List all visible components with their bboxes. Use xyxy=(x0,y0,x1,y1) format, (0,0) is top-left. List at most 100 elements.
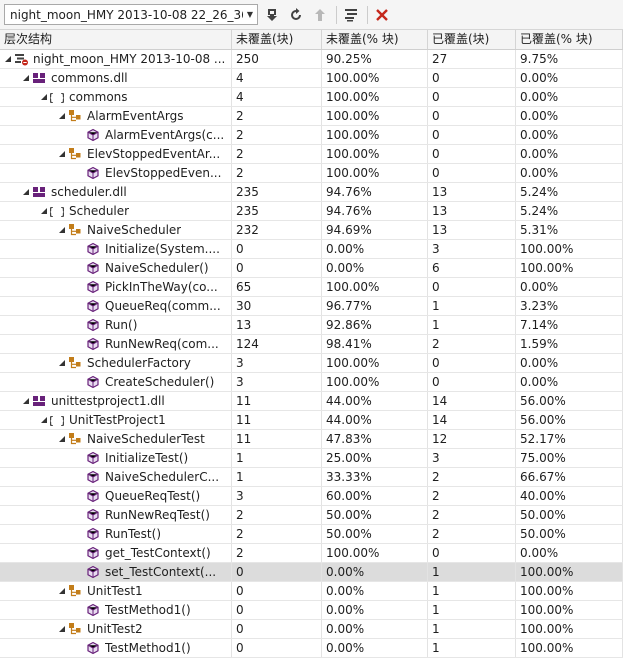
hierarchy-cell[interactable]: set_TestContext(... xyxy=(0,563,232,581)
expand-arrow-icon[interactable] xyxy=(56,430,68,448)
table-row[interactable]: TestMethod1() 0 0.00% 1 100.00% xyxy=(0,601,623,620)
tree-node: NaiveSchedulerC... xyxy=(0,468,231,486)
hierarchy-cell[interactable]: NaiveSchedulerC... xyxy=(0,468,232,486)
covered-blocks-cell: 0 xyxy=(428,126,516,144)
table-row[interactable]: commons.dll 4 100.00% 0 0.00% xyxy=(0,69,623,88)
expand-arrow-icon[interactable] xyxy=(20,69,32,87)
hierarchy-cell[interactable]: RunNewReq(com... xyxy=(0,335,232,353)
table-row[interactable]: NaiveScheduler 232 94.69% 13 5.31% xyxy=(0,221,623,240)
hierarchy-cell[interactable]: Initialize(System.... xyxy=(0,240,232,258)
expand-arrow-icon[interactable] xyxy=(56,107,68,125)
table-row[interactable]: RunNewReqTest() 2 50.00% 2 50.00% xyxy=(0,506,623,525)
hierarchy-cell[interactable]: TestMethod1() xyxy=(0,601,232,619)
table-row[interactable]: AlarmEventArgs(c... 2 100.00% 0 0.00% xyxy=(0,126,623,145)
expand-arrow-icon[interactable] xyxy=(56,354,68,372)
hierarchy-cell[interactable]: AlarmEventArgs xyxy=(0,107,232,125)
hierarchy-cell[interactable]: NaiveSchedulerTest xyxy=(0,430,232,448)
expand-arrow-icon[interactable] xyxy=(56,620,68,638)
hierarchy-cell[interactable]: RunNewReqTest() xyxy=(0,506,232,524)
hierarchy-cell[interactable]: UnitTest1 xyxy=(0,582,232,600)
expand-arrow-icon[interactable] xyxy=(20,392,32,410)
table-row[interactable]: set_TestContext(... 0 0.00% 1 100.00% xyxy=(0,563,623,582)
code-coloring-button[interactable] xyxy=(341,5,361,25)
table-row[interactable]: UnitTest1 0 0.00% 1 100.00% xyxy=(0,582,623,601)
table-row[interactable]: NaiveSchedulerC... 1 33.33% 2 66.67% xyxy=(0,468,623,487)
hierarchy-cell[interactable]: commons.dll xyxy=(0,69,232,87)
hierarchy-cell[interactable]: scheduler.dll xyxy=(0,183,232,201)
tree-node: RunTest() xyxy=(0,525,231,543)
chevron-down-icon[interactable]: ▼ xyxy=(243,5,257,24)
table-row[interactable]: { } commons 4100.00%00.00% xyxy=(0,88,623,107)
hierarchy-cell[interactable]: SchedulerFactory xyxy=(0,354,232,372)
expand-arrow-icon[interactable] xyxy=(56,145,68,163)
column-header-covered-blocks[interactable]: 已覆盖(块) xyxy=(428,30,516,49)
coverage-run-select[interactable]: night_moon_HMY 2013-10-08 22_26_36. ▼ xyxy=(4,4,258,25)
remove-results-button[interactable] xyxy=(372,5,392,25)
table-row[interactable]: night_moon_HMY 2013-10-08 ... 250 90.25% 27… xyxy=(0,50,623,69)
hierarchy-cell[interactable]: Run() xyxy=(0,316,232,334)
hierarchy-cell[interactable]: CreateScheduler() xyxy=(0,373,232,391)
method-icon xyxy=(86,318,100,332)
refresh-button[interactable] xyxy=(286,5,306,25)
hierarchy-cell[interactable]: get_TestContext() xyxy=(0,544,232,562)
table-row[interactable]: Run() 13 92.86% 1 7.14% xyxy=(0,316,623,335)
table-row[interactable]: Initialize(System.... 0 0.00% 3 100.00% xyxy=(0,240,623,259)
tree-node-label: TestMethod1() xyxy=(105,641,191,655)
hierarchy-cell[interactable]: night_moon_HMY 2013-10-08 ... xyxy=(0,50,232,68)
column-header-not-covered-percent[interactable]: 未覆盖(% 块) xyxy=(322,30,428,49)
hierarchy-cell[interactable]: ElevStoppedEventAr... xyxy=(0,145,232,163)
expand-arrow-icon[interactable] xyxy=(56,221,68,239)
hierarchy-cell[interactable]: ElevStoppedEven... xyxy=(0,164,232,182)
table-row[interactable]: ElevStoppedEventAr... 2 100.00% 0 0.00% xyxy=(0,145,623,164)
expand-arrow-icon[interactable] xyxy=(56,582,68,600)
table-row[interactable]: SchedulerFactory 3 100.00% 0 0.00% xyxy=(0,354,623,373)
table-row[interactable]: NaiveScheduler() 0 0.00% 6 100.00% xyxy=(0,259,623,278)
column-header-hierarchy[interactable]: 层次结构 xyxy=(0,30,232,49)
hierarchy-cell[interactable]: PickInTheWay(co... xyxy=(0,278,232,296)
expand-arrow-icon[interactable] xyxy=(38,202,50,220)
not-covered-percent-cell: 100.00% xyxy=(322,278,428,296)
import-results-button[interactable] xyxy=(262,5,282,25)
hierarchy-cell[interactable]: NaiveScheduler xyxy=(0,221,232,239)
table-row[interactable]: InitializeTest() 1 25.00% 3 75.00% xyxy=(0,449,623,468)
column-header-not-covered-blocks[interactable]: 未覆盖(块) xyxy=(232,30,322,49)
table-row[interactable]: ElevStoppedEven... 2 100.00% 0 0.00% xyxy=(0,164,623,183)
table-row[interactable]: scheduler.dll 235 94.76% 13 5.24% xyxy=(0,183,623,202)
table-row[interactable]: unittestproject1.dll 11 44.00% 14 56.00% xyxy=(0,392,623,411)
table-row[interactable]: AlarmEventArgs 2 100.00% 0 0.00% xyxy=(0,107,623,126)
table-row[interactable]: CreateScheduler() 3 100.00% 0 0.00% xyxy=(0,373,623,392)
table-row[interactable]: TestMethod1() 0 0.00% 1 100.00% xyxy=(0,639,623,658)
table-row[interactable]: { } UnitTestProject1 1144.00%1456.00% xyxy=(0,411,623,430)
hierarchy-cell[interactable]: UnitTest2 xyxy=(0,620,232,638)
hierarchy-cell[interactable]: InitializeTest() xyxy=(0,449,232,467)
hierarchy-cell[interactable]: { } Scheduler xyxy=(0,202,232,220)
expand-arrow-icon[interactable] xyxy=(20,183,32,201)
expand-arrow-icon[interactable] xyxy=(38,88,50,106)
table-row[interactable]: UnitTest2 0 0.00% 1 100.00% xyxy=(0,620,623,639)
hierarchy-cell[interactable]: { } commons xyxy=(0,88,232,106)
not-covered-percent-cell: 100.00% xyxy=(322,107,428,125)
hierarchy-cell[interactable]: unittestproject1.dll xyxy=(0,392,232,410)
table-row[interactable]: RunTest() 2 50.00% 2 50.00% xyxy=(0,525,623,544)
table-row[interactable]: get_TestContext() 2 100.00% 0 0.00% xyxy=(0,544,623,563)
hierarchy-cell[interactable]: QueueReq(comm... xyxy=(0,297,232,315)
hierarchy-cell[interactable]: RunTest() xyxy=(0,525,232,543)
hierarchy-cell[interactable]: { } UnitTestProject1 xyxy=(0,411,232,429)
navigate-up-button[interactable] xyxy=(310,5,330,25)
table-row[interactable]: RunNewReq(com... 124 98.41% 2 1.59% xyxy=(0,335,623,354)
column-header-covered-percent[interactable]: 已覆盖(% 块) xyxy=(516,30,623,49)
table-row[interactable]: PickInTheWay(co... 65 100.00% 0 0.00% xyxy=(0,278,623,297)
hierarchy-cell[interactable]: QueueReqTest() xyxy=(0,487,232,505)
expand-arrow-icon[interactable] xyxy=(2,50,14,68)
coverage-results-grid: 层次结构 未覆盖(块) 未覆盖(% 块) 已覆盖(块) 已覆盖(% 块) nig… xyxy=(0,30,623,658)
table-row[interactable]: QueueReq(comm... 30 96.77% 1 3.23% xyxy=(0,297,623,316)
hierarchy-cell[interactable]: AlarmEventArgs(c... xyxy=(0,126,232,144)
tree-node: UnitTest2 xyxy=(0,620,231,638)
table-row[interactable]: QueueReqTest() 3 60.00% 2 40.00% xyxy=(0,487,623,506)
table-row[interactable]: NaiveSchedulerTest 11 47.83% 12 52.17% xyxy=(0,430,623,449)
expand-arrow-icon[interactable] xyxy=(38,411,50,429)
table-row[interactable]: { } Scheduler 23594.76%135.24% xyxy=(0,202,623,221)
hierarchy-cell[interactable]: TestMethod1() xyxy=(0,639,232,657)
hierarchy-cell[interactable]: NaiveScheduler() xyxy=(0,259,232,277)
